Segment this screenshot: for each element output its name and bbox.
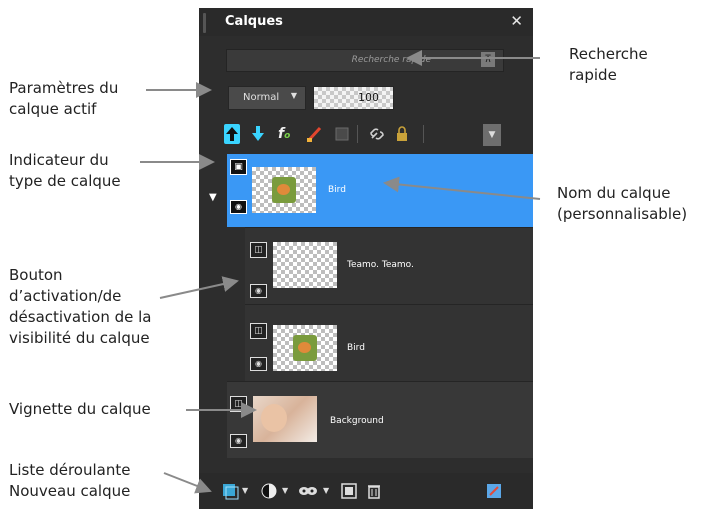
callout-leader-lines (140, 50, 541, 494)
leader-new (163, 472, 212, 494)
leader-visibility (159, 276, 239, 299)
leader-name (383, 176, 541, 200)
